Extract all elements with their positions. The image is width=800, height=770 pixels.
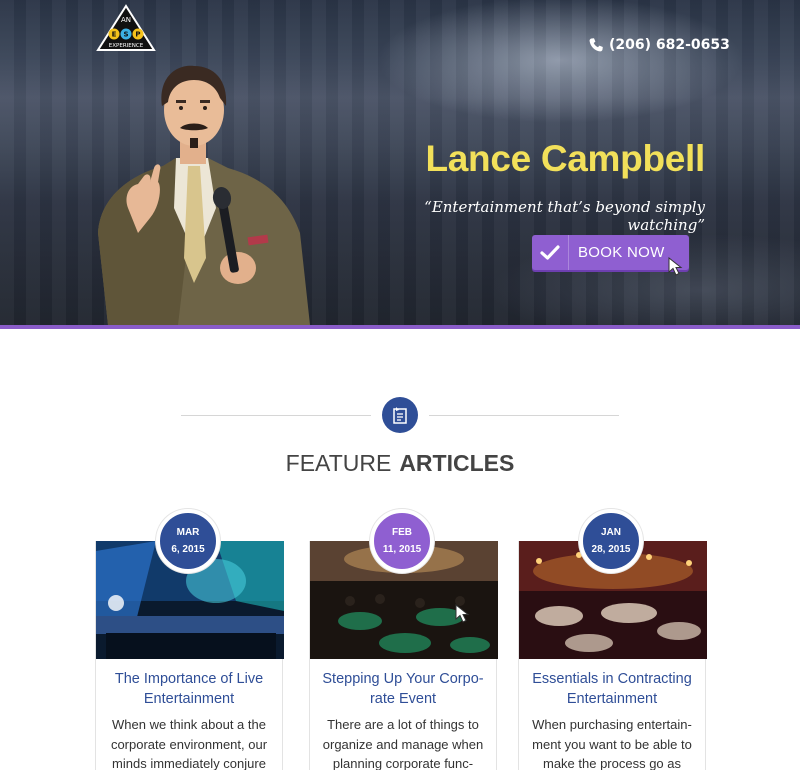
article-excerpt: There are a lot of things to organize an… (322, 717, 484, 770)
date-day: 28, 2015 (591, 544, 631, 555)
divider-left (181, 415, 371, 416)
check-icon (532, 235, 569, 270)
article-headline[interactable]: Essentials in Contracting Entertainment (525, 669, 699, 709)
date-badge: FEB 11, 2015 (370, 509, 434, 573)
hero-banner: AN E S P EXPERIENCE (206) 682-0653 Lance… (0, 0, 800, 325)
date-badge: JAN 28, 2015 (579, 509, 643, 573)
article-headline[interactable]: The Importance of Live Entertainment (102, 669, 276, 709)
performer-photo (98, 65, 310, 325)
logo-text-e: E (112, 31, 117, 39)
divider-right (429, 415, 619, 416)
pointer-cursor-icon (668, 257, 683, 276)
logo-text-experience: EXPERIENCE (109, 43, 144, 49)
date-day: 6, 2015 (171, 544, 205, 555)
date-badge: MAR 6, 2015 (156, 509, 220, 573)
article-card[interactable]: Essentials in Contracting Entertainment … (518, 541, 707, 770)
book-now-button[interactable]: BOOK NOW (532, 235, 689, 270)
phone-icon (589, 38, 603, 52)
section-title-light: FEATURE (285, 450, 392, 476)
phone-number[interactable]: (206) 682-0653 (609, 37, 730, 53)
date-month: FEB (392, 527, 412, 538)
logo-text-an: AN (121, 16, 131, 24)
section-title: FEATURE ARTICLES (0, 450, 800, 477)
hero-accent-bar (0, 325, 800, 329)
hero-tagline: “Entertainment that’s beyond simply watc… (424, 198, 705, 234)
logo-text-s: S (123, 31, 128, 39)
articles-icon (382, 397, 418, 433)
article-card[interactable]: Stepping Up Your Corpo-rate Event There … (309, 541, 498, 770)
article-excerpt: When purchasing entertain-ment you want … (532, 717, 692, 770)
article-headline[interactable]: Stepping Up Your Corpo-rate Event (316, 669, 490, 709)
esp-experience-logo[interactable]: AN E S P EXPERIENCE (96, 4, 156, 54)
book-now-label: BOOK NOW (578, 244, 665, 261)
date-day: 11, 2015 (382, 544, 422, 555)
date-month: MAR (176, 527, 200, 538)
date-month: JAN (600, 527, 621, 538)
section-title-bold: ARTICLES (399, 450, 515, 476)
article-card[interactable]: The Importance of Live Entertainment Whe… (95, 541, 284, 770)
pointer-cursor-icon (455, 604, 470, 623)
hero-title: Lance Campbell (425, 138, 705, 179)
logo-text-p: P (135, 31, 140, 39)
phone-contact[interactable]: (206) 682-0653 (588, 37, 730, 53)
article-excerpt: When we think about a the corporate envi… (110, 717, 268, 770)
